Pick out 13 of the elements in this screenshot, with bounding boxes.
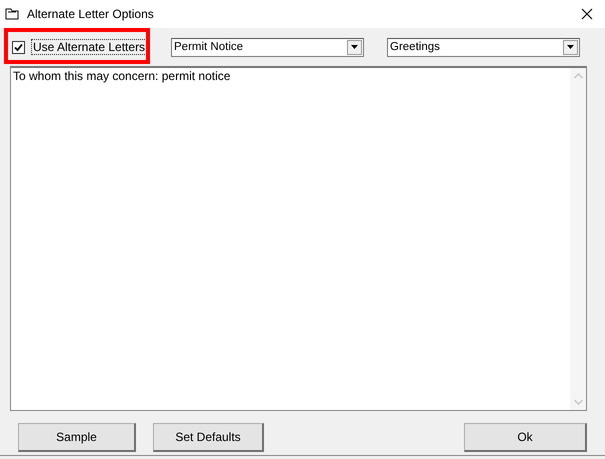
checkbox-label[interactable]: Use Alternate Letters (31, 39, 148, 55)
button[interactable]: Sample (18, 423, 136, 452)
button[interactable]: Set Defaults (153, 423, 264, 452)
window-title: Alternate Letter Options (27, 7, 155, 21)
dropdown-arrow-icon[interactable] (351, 45, 358, 49)
dropdown[interactable]: Permit Notice (171, 38, 364, 56)
dropdown-arrow-icon[interactable] (567, 45, 574, 49)
close-icon[interactable] (581, 8, 593, 20)
dropdown[interactable]: Greetings (387, 38, 580, 56)
checkbox[interactable] (12, 40, 25, 54)
text-area[interactable]: To whom this may concern: permit notice (10, 66, 587, 411)
button[interactable]: Ok (464, 423, 587, 452)
window-icon (5, 8, 19, 20)
